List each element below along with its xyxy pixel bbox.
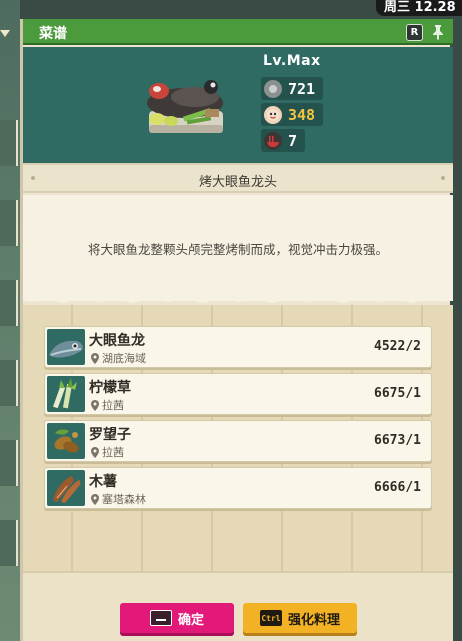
level-label: Lv.Max [263,53,321,69]
description-area: 将大眼鱼龙整颗头颅完整烤制而成，视觉冲击力极强。 [23,195,453,301]
space-key-icon [149,610,172,626]
side-slot [0,200,18,246]
servings-stat: 7 [261,129,306,152]
ingredient-location: 拉茜 [91,397,124,413]
bonus-value: 348 [288,105,316,124]
dish-description: 将大眼鱼龙整颗头颅完整烤制而成，视觉冲击力极强。 [87,242,388,257]
location-text: 湖底海域 [102,352,146,365]
location-text: 拉茜 [102,446,124,459]
title-bar: 菜谱 R [23,19,453,45]
location-text: 塞塔森林 [102,493,146,506]
location-pin-icon [91,399,99,411]
action-footer: 确定 Ctrl 强化料理 [23,571,453,641]
ingredient-count: 6666/1 [374,480,421,495]
confirm-button[interactable]: 确定 [120,603,234,633]
side-slot [0,360,18,406]
ingredients-area: 大眼鱼龙 湖底海域 4522/2 柠檬草 拉茜 6675/1 罗望子 拉茜 66… [23,305,453,571]
ingredient-count: 6673/1 [374,433,421,448]
servings-value: 7 [288,131,298,150]
ingredient-name: 罗望子 [89,427,131,443]
recipe-header: Lv.Max 721 348 7 [23,47,453,173]
day-time-badge: 周三 12.28 [376,0,462,16]
location-pin-icon [91,446,99,458]
ingredient-row[interactable]: 木薯 塞塔森林 6666/1 [44,467,432,509]
location-pin-icon [91,493,99,505]
ctrl-key-icon: Ctrl [259,610,282,626]
dish-name: 烤大眼鱼龙头 [198,175,277,190]
key-r-hint[interactable]: R [406,24,423,41]
recipe-panel: 菜谱 R Lv.Max 721 348 7 烤大眼鱼龙头 将大眼鱼龙整颗头颅完整… [20,19,453,641]
torn-paper-edge [23,295,453,303]
side-slot [0,520,18,566]
bonus-stat: 348 [261,103,324,126]
ingredient-name: 木薯 [89,474,117,490]
side-slot [0,120,18,166]
pin-icon[interactable] [431,24,445,40]
fish-icon [47,329,85,365]
ingredient-name: 柠檬草 [89,380,131,396]
dish-name-strip: 烤大眼鱼龙头 [23,163,453,193]
tamarind-icon [47,423,85,459]
bonus-icon [264,105,282,124]
side-slot [0,280,18,326]
enhance-label: 强化料理 [287,612,340,628]
ingredient-name: 大眼鱼龙 [89,333,145,349]
grilled-fish-head-dish-icon [147,80,223,133]
ingredient-row[interactable]: 大眼鱼龙 湖底海域 4522/2 [44,326,432,368]
collapse-arrow-icon[interactable] [0,30,10,37]
ingredient-row[interactable]: 罗望子 拉茜 6673/1 [44,420,432,462]
panel-title: 菜谱 [39,26,67,42]
ingredient-location: 塞塔森林 [91,491,146,507]
ingredient-count: 6675/1 [374,386,421,401]
confirm-label: 确定 [177,612,204,628]
price-value: 721 [288,79,316,98]
bowl-icon [264,131,282,150]
price-stat: 721 [261,77,324,100]
coin-icon [264,79,282,98]
ingredient-location: 拉茜 [91,444,124,460]
ingredient-count: 4522/2 [374,339,421,354]
side-slot [0,440,18,486]
cassava-icon [47,470,85,506]
location-pin-icon [91,352,99,364]
enhance-dish-button[interactable]: Ctrl 强化料理 [243,603,357,633]
location-text: 拉茜 [102,399,124,412]
game-background-left [0,0,20,641]
ingredient-row[interactable]: 柠檬草 拉茜 6675/1 [44,373,432,415]
ingredient-location: 湖底海域 [91,350,146,366]
lemongrass-icon [47,376,85,412]
